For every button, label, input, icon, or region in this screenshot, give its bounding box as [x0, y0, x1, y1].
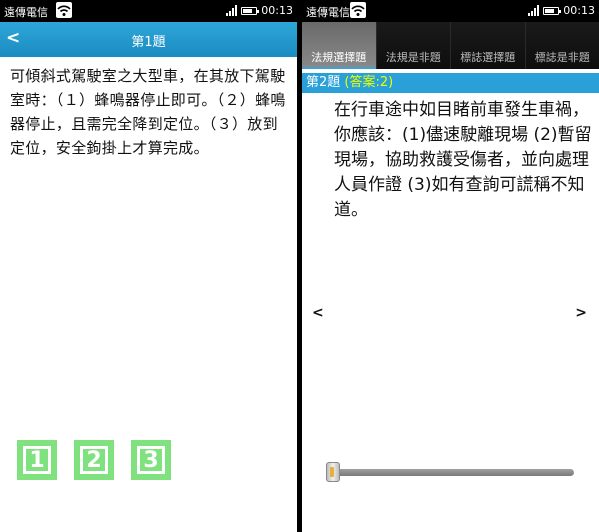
clock: 00:13	[563, 4, 595, 17]
signal-icon	[226, 5, 238, 16]
page-title: 第1題	[131, 35, 166, 50]
answer-buttons: 1 2 3	[17, 440, 171, 480]
tab-sign-choice[interactable]: 標誌選擇題	[450, 22, 525, 69]
clock: 00:13	[261, 4, 293, 17]
wifi-icon	[350, 2, 366, 18]
tab-regulation-choice[interactable]: 法規選擇題	[302, 22, 376, 69]
status-bar: 遠傳電信 00:13	[0, 0, 297, 22]
status-bar: 遠傳電信 00:13	[302, 0, 599, 22]
battery-icon	[241, 6, 260, 15]
tab-sign-true-false[interactable]: 標誌是非題	[524, 22, 599, 69]
prev-question-button[interactable]: <	[312, 305, 324, 321]
title-bar: < 第1題	[0, 22, 297, 57]
carrier-name: 遠傳電信	[306, 6, 350, 19]
carrier-name: 遠傳電信	[4, 6, 48, 19]
question-number: 第2題	[306, 75, 341, 90]
category-tabs: 法規選擇題 法規是非題 標誌選擇題 標誌是非題	[302, 22, 599, 69]
answer-button-2[interactable]: 2	[74, 440, 114, 480]
next-question-button[interactable]: >	[575, 305, 587, 321]
question-header: 第2題 (答案:2)	[302, 73, 599, 93]
answer-button-3[interactable]: 3	[131, 440, 171, 480]
question-text: 在行車途中如目睹前車發生車禍，你應該：(1)儘速駛離現場 (2)暫留現場，協助救…	[334, 100, 592, 220]
signal-icon	[528, 5, 540, 16]
left-screen: 遠傳電信 00:13 < 第1題 可傾斜式駕駛室之大型車，在其放下駕駛室時：（１…	[0, 0, 297, 532]
question-slider[interactable]	[327, 469, 574, 476]
question-text: 可傾斜式駕駛室之大型車，在其放下駕駛室時：（１）蜂鳴器停止即可。（２）蜂鳴器停止…	[10, 67, 286, 157]
tab-regulation-true-false[interactable]: 法規是非題	[375, 22, 450, 69]
answer-label: (答案:2)	[344, 75, 394, 90]
answer-button-1[interactable]: 1	[17, 440, 57, 480]
slider-thumb[interactable]	[326, 462, 340, 482]
right-screen: 遠傳電信 00:13 法規選擇題 法規是非題 標誌選擇題 標誌是非題 第2題 (…	[302, 0, 599, 532]
battery-icon	[543, 6, 562, 15]
wifi-icon	[56, 2, 72, 18]
